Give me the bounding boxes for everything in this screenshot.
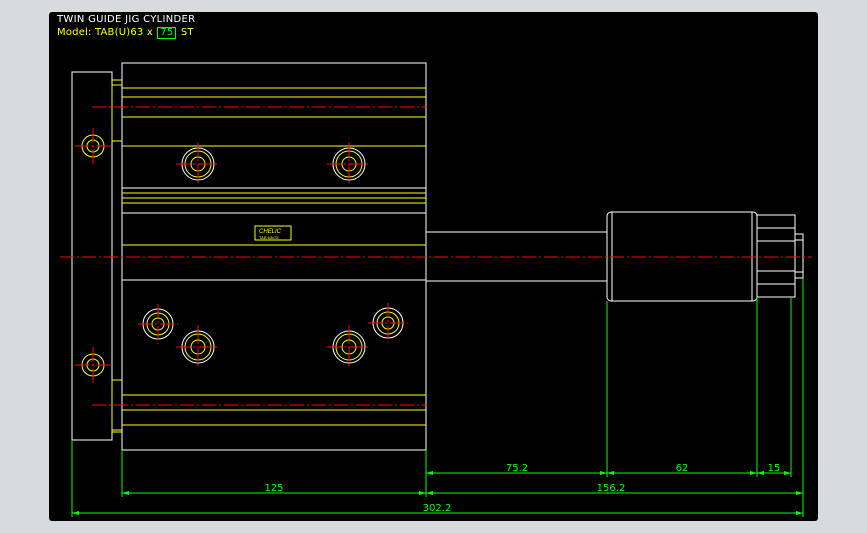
hex-nut <box>756 214 804 298</box>
dimension-labels: 125 75.2 62 15 156.2 302.2 <box>264 463 780 514</box>
viewer-frame: TWIN GUIDE JIG CYLINDER Model: TAB(U)63 … <box>0 0 867 533</box>
centerlines <box>60 106 812 406</box>
dim-156-2: 156.2 <box>597 483 626 494</box>
holes <box>81 134 404 377</box>
nameplate: CHELIC TAB 63x75 <box>254 225 292 241</box>
cylinder-drawing: CHELIC TAB 63x75 125 75.2 62 15 156.2 30… <box>60 62 812 517</box>
dimensions <box>71 278 804 517</box>
dim-125: 125 <box>264 483 283 494</box>
dim-302-2: 302.2 <box>423 503 452 514</box>
dim-75-2: 75.2 <box>506 463 528 474</box>
dim-62: 62 <box>676 463 689 474</box>
nameplate-sub: TAB 63x75 <box>259 235 279 240</box>
end-plate <box>71 71 123 441</box>
dim-15: 15 <box>768 463 781 474</box>
